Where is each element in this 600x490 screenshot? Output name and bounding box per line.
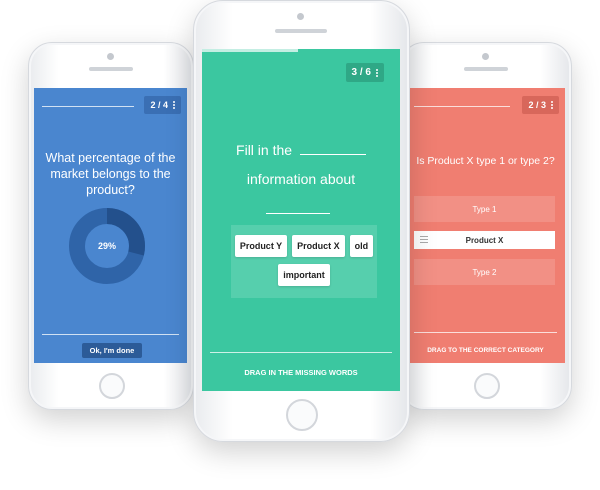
draggable-item-product-x[interactable]: Product X bbox=[414, 231, 555, 249]
question-counter[interactable]: 2 / 4 bbox=[144, 96, 181, 114]
word-bank: Product Y Product X old important bbox=[231, 225, 377, 298]
footer-instruction: DRAG TO THE CORRECT CATEGORY bbox=[427, 347, 544, 354]
divider bbox=[42, 334, 179, 335]
sentence-part-2: information about bbox=[246, 171, 356, 187]
speaker-grille bbox=[464, 67, 508, 71]
home-button[interactable] bbox=[99, 373, 125, 399]
word-chip[interactable]: Product X bbox=[292, 235, 345, 257]
donut-chart: 29% bbox=[69, 208, 145, 284]
counter-text: 2 / 4 bbox=[150, 100, 168, 110]
question-counter[interactable]: 3 / 6 bbox=[345, 63, 384, 82]
quiz-screen-category: 2 / 3 Is Product X type 1 or type 2? Typ… bbox=[406, 88, 565, 363]
home-button[interactable] bbox=[474, 373, 500, 399]
phone-center: 3 / 6 Fill in the information about Prod… bbox=[193, 0, 410, 442]
more-options-icon[interactable] bbox=[551, 101, 553, 109]
drag-handle-icon[interactable] bbox=[420, 236, 428, 243]
category-type-2[interactable]: Type 2 bbox=[414, 259, 555, 285]
sentence-part-1: Fill in the bbox=[236, 142, 293, 158]
more-options-icon[interactable] bbox=[173, 101, 175, 109]
done-button[interactable]: Ok, I'm done bbox=[82, 343, 142, 358]
donut-label: 29% bbox=[98, 241, 116, 251]
phone-left: 2 / 4 What percentage of the market belo… bbox=[28, 42, 194, 410]
more-options-icon[interactable] bbox=[376, 68, 378, 77]
blank-slot-2[interactable] bbox=[266, 213, 330, 214]
draggable-item-label: Product X bbox=[465, 235, 504, 245]
speaker-grille bbox=[275, 29, 327, 33]
progress-bar bbox=[202, 49, 298, 52]
speaker-grille bbox=[89, 67, 133, 71]
divider bbox=[210, 352, 392, 353]
divider bbox=[414, 332, 557, 333]
question-text: Is Product X type 1 or type 2? bbox=[416, 155, 555, 167]
camera-icon bbox=[482, 53, 489, 60]
counter-text: 3 / 6 bbox=[351, 67, 371, 78]
blank-slot-1[interactable] bbox=[299, 154, 366, 155]
camera-icon bbox=[297, 13, 304, 20]
progress-line bbox=[42, 106, 134, 107]
progress-line bbox=[414, 106, 510, 107]
home-button[interactable] bbox=[286, 399, 318, 431]
question-text: What percentage of the market belongs to… bbox=[45, 151, 176, 197]
phone-right: 2 / 3 Is Product X type 1 or type 2? Typ… bbox=[400, 42, 572, 410]
quiz-screen-fill-blank: 3 / 6 Fill in the information about Prod… bbox=[202, 49, 400, 391]
category-type-1[interactable]: Type 1 bbox=[414, 196, 555, 222]
sentence-line-1: Fill in the bbox=[202, 142, 400, 158]
camera-icon bbox=[107, 53, 114, 60]
question-counter[interactable]: 2 / 3 bbox=[522, 96, 559, 114]
quiz-screen-percentage: 2 / 4 What percentage of the market belo… bbox=[34, 88, 187, 363]
counter-text: 2 / 3 bbox=[528, 100, 546, 110]
footer-instruction: DRAG IN THE MISSING WORDS bbox=[244, 368, 358, 377]
word-chip[interactable]: old bbox=[349, 235, 374, 257]
word-chip[interactable]: Product Y bbox=[234, 235, 288, 257]
word-chip[interactable]: important bbox=[278, 264, 330, 286]
